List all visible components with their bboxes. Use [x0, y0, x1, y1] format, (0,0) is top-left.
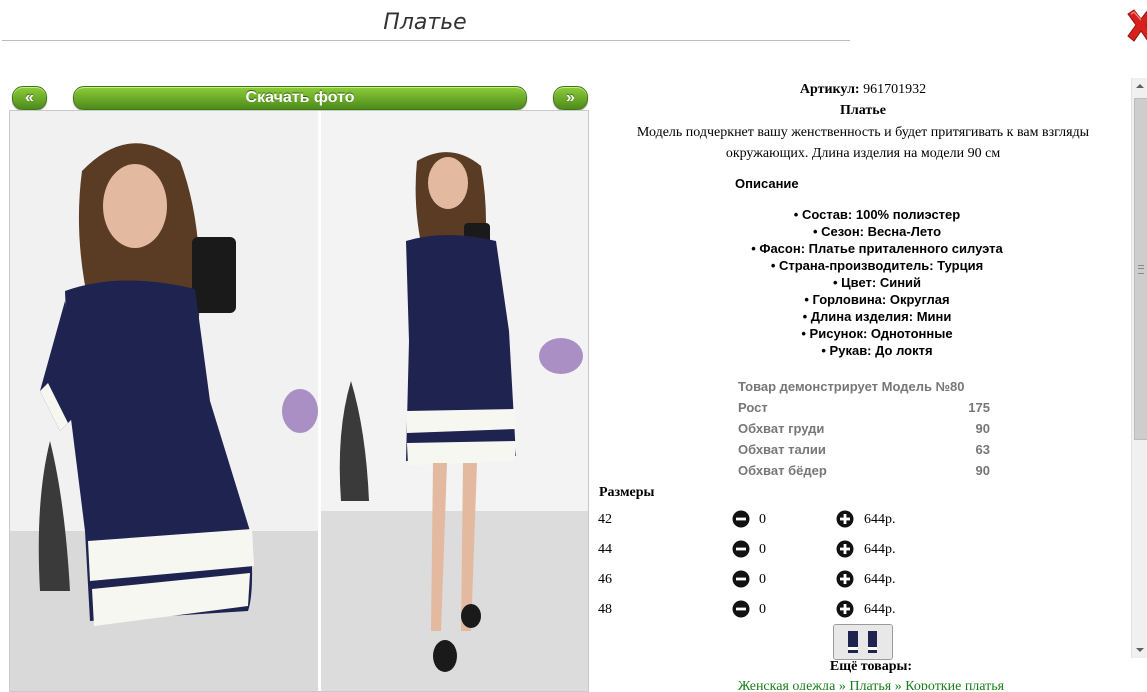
- minus-circle-icon[interactable]: [732, 540, 750, 558]
- breadcrumb: Женская одежда » Платья » Короткие плать…: [598, 679, 1128, 690]
- size-label: 46: [598, 572, 612, 587]
- model-photo-illustration: [10, 111, 318, 691]
- size-label: 48: [598, 602, 612, 617]
- plus-circle-icon[interactable]: [836, 510, 854, 528]
- close-icon[interactable]: [1124, 8, 1147, 44]
- spec-item: • Длина изделия: Мини: [802, 309, 952, 324]
- scrollbar-grip-icon: [1138, 265, 1144, 274]
- spec-item: • Цвет: Синий: [832, 275, 922, 290]
- plus-circle-icon[interactable]: [836, 540, 854, 558]
- description-line: окружающих. Длина изделия на модели 90 с…: [725, 146, 1001, 161]
- next-photo-button[interactable]: »: [553, 86, 588, 110]
- model-row-value: 90: [975, 463, 990, 478]
- spec-item: • Рисунок: Однотонные: [801, 326, 953, 341]
- model-row-label: Обхват груди: [738, 421, 825, 436]
- minus-circle-icon[interactable]: [732, 600, 750, 618]
- sizes-heading: Размеры: [599, 485, 655, 500]
- size-label: 42: [598, 512, 612, 527]
- model-row-label: Обхват талии: [738, 442, 826, 457]
- product-info-panel: Артикул: 961701932 Платье Модель подчерк…: [598, 78, 1128, 690]
- scrollbar-thumb[interactable]: [1134, 98, 1147, 440]
- size-row: 42 0 644р.: [598, 505, 998, 535]
- scroll-up-arrow-icon[interactable]: [1132, 78, 1147, 94]
- model-row-label: Обхват бёдер: [738, 463, 827, 478]
- description-line: Модель подчеркнет вашу женственность и б…: [636, 125, 1090, 140]
- size-row: 46 0 644р.: [598, 565, 998, 595]
- model-row: Обхват груди 90: [738, 418, 990, 439]
- sku-label: Артикул:: [799, 82, 860, 97]
- thumbnail-image: [834, 625, 892, 659]
- plus-circle-icon[interactable]: [836, 600, 854, 618]
- spec-item: • Горловина: Округлая: [804, 292, 950, 307]
- product-thumbnail[interactable]: [833, 624, 893, 660]
- minus-circle-icon[interactable]: [732, 510, 750, 528]
- spec-item: • Сезон: Весна-Лето: [812, 224, 942, 239]
- breadcrumb-link-womens-clothing[interactable]: Женская одежда: [738, 679, 835, 690]
- breadcrumb-link-short-dresses[interactable]: Короткие платья: [905, 679, 1004, 690]
- sku-value: 961701932: [863, 82, 927, 97]
- more-products-heading: Ещё товары:: [829, 659, 913, 674]
- size-row: 48 0 644р.: [598, 595, 998, 625]
- model-row: Рост 175: [738, 397, 990, 418]
- product-photo-full-length: [321, 111, 588, 691]
- spec-item: • Фасон: Платье приталенного силуэта: [751, 241, 1003, 256]
- plus-circle-icon[interactable]: [836, 570, 854, 588]
- price-value: 644р.: [864, 602, 896, 617]
- product-description: Модель подчеркнет вашу женственность и б…: [598, 122, 1128, 164]
- model-photo-illustration-2: [321, 111, 588, 691]
- product-name: Платье: [840, 103, 886, 118]
- breadcrumb-separator: »: [838, 679, 846, 690]
- price-value: 644р.: [864, 572, 896, 587]
- quantity-value: 0: [759, 602, 766, 617]
- model-row-value: 175: [968, 400, 990, 415]
- model-row: Обхват талии 63: [738, 439, 990, 460]
- model-row: Обхват бёдер 90: [738, 460, 990, 481]
- prev-photo-button[interactable]: «: [12, 86, 47, 110]
- size-row: 44 0 644р.: [598, 535, 998, 565]
- minus-circle-icon[interactable]: [732, 570, 750, 588]
- description-heading: Описание: [735, 176, 799, 191]
- model-heading: Товар демонстрирует Модель №80: [738, 379, 965, 394]
- model-measurements: Товар демонстрирует Модель №80 Рост 175 …: [738, 376, 990, 481]
- price-value: 644р.: [864, 512, 896, 527]
- price-value: 644р.: [864, 542, 896, 557]
- page-title: Платье: [383, 10, 467, 35]
- quantity-value: 0: [759, 572, 766, 587]
- quantity-value: 0: [759, 542, 766, 557]
- title-divider: [2, 40, 850, 41]
- quantity-value: 0: [759, 512, 766, 527]
- spec-item: • Состав: 100% полиэстер: [793, 207, 961, 222]
- specs-list: • Состав: 100% полиэстер • Сезон: Весна-…: [598, 206, 1128, 359]
- model-row-label: Рост: [738, 400, 768, 415]
- breadcrumb-separator: »: [894, 679, 902, 690]
- product-photo-front: [10, 111, 318, 691]
- model-row-value: 90: [975, 421, 990, 436]
- spec-item: • Рукав: До локтя: [821, 343, 933, 358]
- sku-line: Артикул: 961701932: [598, 82, 1128, 98]
- product-photo-viewer: [9, 110, 589, 692]
- scroll-down-arrow-icon[interactable]: [1132, 642, 1147, 658]
- size-label: 44: [598, 542, 612, 557]
- download-photo-button[interactable]: Скачать фото: [73, 86, 527, 110]
- vertical-scrollbar[interactable]: [1131, 78, 1147, 658]
- model-row-value: 63: [975, 442, 990, 457]
- spec-item: • Страна-производитель: Турция: [770, 258, 984, 273]
- breadcrumb-link-dresses[interactable]: Платья: [849, 679, 891, 690]
